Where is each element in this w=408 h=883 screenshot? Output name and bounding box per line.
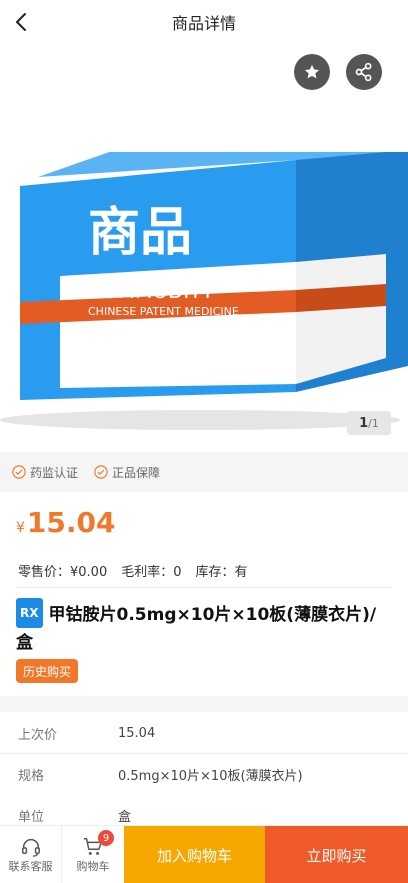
product-gallery[interactable]: 商品 COMMODITY CHINESE PATENT MEDICINE 1 /… [0, 44, 408, 442]
spec-key: 规格 [18, 768, 45, 784]
currency-symbol: ¥ [16, 520, 25, 536]
section-divider [0, 696, 408, 712]
check-circle-icon [94, 465, 108, 479]
retail-price: 零售价：¥0.00 [18, 565, 108, 580]
price-amount: 15.04 [26, 506, 116, 539]
spec-key: 单位 [18, 809, 45, 825]
spec-key: 上次价 [18, 728, 58, 743]
buy-now-button[interactable]: 立即购买 [265, 826, 408, 883]
product-title-block: RX 甲钴胺片0.5mg×10片×10板(薄膜衣片)/盒 [16, 598, 392, 657]
share-icon [355, 62, 372, 82]
customer-service-button[interactable]: 联系客服 [0, 826, 62, 883]
spec-value: 盒 [118, 809, 132, 825]
box-subtitle: COMMODITY [88, 279, 214, 303]
product-name: 甲钴胺片0.5mg×10片×10板(薄膜衣片)/盒 [16, 605, 377, 653]
divider [16, 587, 392, 588]
customer-service-label: 联系客服 [8, 860, 53, 873]
bottom-action-bar: 联系客服 9 购物车 加入购物车 立即购买 [0, 825, 408, 883]
spec-row-specification: 规格 0.5mg×10片×10板(薄膜衣片) [0, 754, 408, 794]
cert-label: 药监认证 [30, 465, 79, 480]
share-button[interactable] [346, 54, 382, 90]
image-counter-total: /1 [368, 416, 379, 430]
spec-value: 0.5mg×10片×10板(薄膜衣片) [118, 768, 303, 784]
stock-status: 库存：有 [195, 565, 248, 580]
certification-strip: 药监认证 正品保障 [0, 452, 408, 492]
add-to-cart-button[interactable]: 加入购物车 [124, 826, 265, 883]
back-icon[interactable] [10, 10, 34, 34]
image-counter: 1 /1 [347, 411, 391, 435]
price: ¥ 15.04 [16, 506, 116, 539]
headset-icon [21, 839, 40, 857]
spec-value: 15.04 [118, 726, 156, 741]
product-name-line: RX 甲钴胺片0.5mg×10片×10板(薄膜衣片)/盒 [16, 598, 392, 657]
cert-item-authentic: 正品保障 [94, 464, 160, 481]
product-image: 商品 COMMODITY CHINESE PATENT MEDICINE [0, 152, 408, 430]
cart-count-badge: 9 [98, 830, 114, 846]
box-title: 商品 [88, 203, 192, 263]
page-title: 商品详情 [171, 14, 236, 33]
cert-item-regulatory: 药监认证 [12, 464, 78, 481]
check-circle-icon [12, 465, 26, 479]
star-icon [304, 64, 320, 79]
top-bar: 商品详情 [0, 0, 408, 44]
cart-label: 购物车 [76, 860, 110, 873]
cart-button[interactable]: 9 购物车 [62, 826, 124, 883]
purchase-history-button[interactable]: 历史购买 [16, 659, 78, 683]
cert-label: 正品保障 [112, 465, 161, 480]
box-stripe-text: CHINESE PATENT MEDICINE [88, 305, 239, 318]
image-counter-current: 1 [359, 415, 369, 431]
favorite-button[interactable] [294, 54, 330, 90]
spec-row-last-price: 上次价 15.04 [0, 714, 408, 754]
rx-badge: RX [16, 598, 43, 628]
price-meta: 零售价：¥0.00 毛利率：0 库存：有 [18, 561, 262, 580]
gross-margin: 毛利率：0 [121, 565, 182, 580]
